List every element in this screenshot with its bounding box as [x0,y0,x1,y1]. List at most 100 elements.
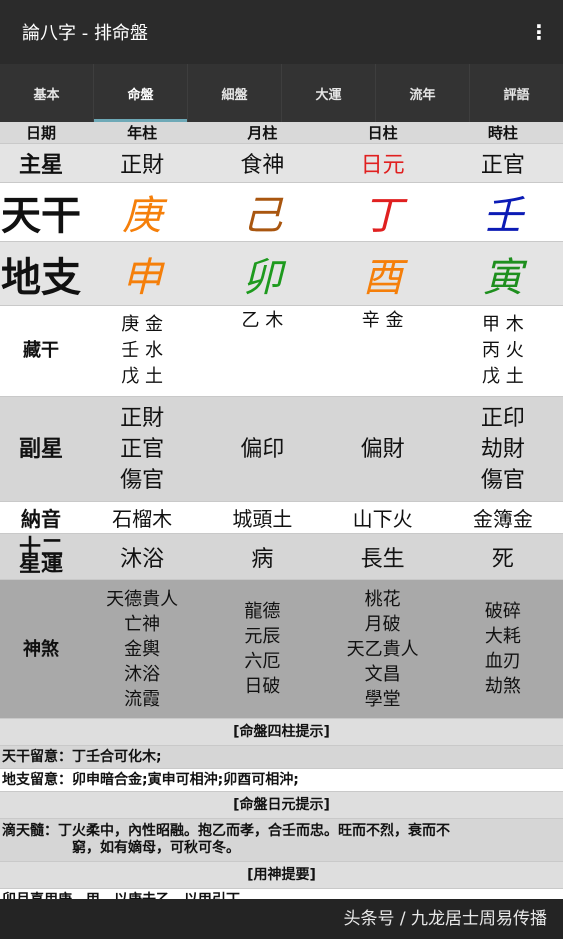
row-label: 副星 [0,396,82,502]
auxiliary-star: 傷官 [120,467,165,493]
main-star-row: 主星 正財 食神 日元 正官 [0,143,563,183]
tab-basic[interactable]: 基本 [0,64,94,122]
hidden-stems-cell: 庚 金 壬 水 戊 土 [82,305,203,397]
shensha-item: 龍德 [244,601,281,622]
auxiliary-star: 劫財 [480,436,525,462]
tab-detail[interactable]: 細盤 [188,64,282,122]
section-title-day-master: [命盤日元提示] [0,792,563,819]
watermark-text: 头条号 / 九龙居士周易传播 [343,909,547,929]
section-title-useful-god: [用神提要] [0,862,563,889]
shensha-cell: 桃花 月破 天乙貴人 文昌 學堂 [322,579,443,719]
heavenly-stem-cell: 庚 [82,182,203,242]
tab-chart[interactable]: 命盤 [94,64,188,122]
tab-annual-luck[interactable]: 流年 [376,64,470,122]
branch-note: 地支留意：卯申暗合金;寅申可相沖;卯酉可相沖; [0,769,563,792]
note-line: 滴天髓：丁火柔中，內性昭融。抱乙而孝，合壬而忠。旺而不烈，衰而不 [2,823,450,839]
heavenly-stem-cell: 丁 [322,182,443,242]
hidden-stem: 辛 金 [361,310,404,331]
tab-bar: 基本 命盤 細盤 大運 流年 評語 [0,64,563,122]
auxiliary-star-cell: 正財 正官 傷官 [82,396,203,502]
tab-major-luck[interactable]: 大運 [282,64,376,122]
earthly-branch-cell: 卯 [202,241,323,306]
header-month-pillar: 月柱 [202,122,323,144]
nayin-cell: 金簿金 [442,501,563,534]
twelve-stages-cell: 長生 [322,533,443,580]
shensha-item: 大耗 [484,626,521,647]
nayin-row: 納音 石榴木 城頭土 山下火 金簿金 [0,501,563,534]
header-hour-pillar: 時柱 [442,122,563,144]
auxiliary-star: 正財 [120,405,165,431]
bazi-chart-table: 日期 年柱 月柱 日柱 時柱 主星 正財 食神 日元 正官 天干 庚 己 丁 壬… [0,122,563,719]
auxiliary-star: 偏印 [240,436,285,462]
shensha-item: 月破 [364,613,401,635]
hidden-stem: 戊 土 [482,366,524,387]
twelve-stages-cell: 病 [202,533,323,580]
twelve-stages-cell: 沐浴 [82,533,203,580]
row-label-line: 星運 [18,551,63,577]
shensha-item: 六厄 [244,651,281,672]
more-options-icon[interactable]: ⋮ [529,20,549,44]
hidden-stem: 甲 木 [482,314,524,335]
shensha-item: 日破 [244,676,281,697]
shensha-item: 沐浴 [124,663,161,685]
twelve-stages-cell: 死 [442,533,563,580]
earthly-branch-cell: 申 [82,241,203,306]
auxiliary-star: 正官 [120,436,165,462]
nayin-cell: 城頭土 [202,501,323,534]
auxiliary-star-row: 副星 正財 正官 傷官 偏印 偏財 正印 劫財 傷官 [0,396,563,502]
hidden-stems-cell: 辛 金 [322,305,443,397]
shensha-item: 元辰 [244,626,281,647]
shensha-item: 血刃 [484,651,521,672]
earthly-branch-cell: 酉 [322,241,443,306]
nayin-cell: 山下火 [322,501,443,534]
row-label: 藏干 [0,305,82,397]
header-row: 日期 年柱 月柱 日柱 時柱 [0,122,563,144]
row-label: 十二 星運 [0,533,82,580]
shensha-item: 流霞 [124,688,161,710]
hidden-stem: 庚 金 [121,314,163,335]
header-day-pillar: 日柱 [322,122,443,144]
nayin-cell: 石榴木 [82,501,203,534]
shensha-item: 桃花 [364,588,401,610]
hidden-stem: 乙 木 [241,310,284,331]
earthly-branch-cell: 寅 [442,241,563,306]
twelve-stages-row: 十二 星運 沐浴 病 長生 死 [0,533,563,580]
row-label: 天干 [0,182,82,242]
shensha-item: 天德貴人 [106,588,179,610]
hidden-stem: 壬 水 [121,340,163,361]
tab-comments[interactable]: 評語 [470,64,563,122]
heavenly-stem-cell: 壬 [442,182,563,242]
auxiliary-star: 傷官 [480,467,525,493]
row-label: 地支 [0,241,82,306]
hidden-stems-row: 藏干 庚 金 壬 水 戊 土 乙 木 辛 金 甲 木 丙 火 戊 土 [0,305,563,397]
hidden-stem: 丙 火 [482,340,524,361]
main-star-cell: 正財 [82,143,203,183]
app-bar: 論八字 - 排命盤 ⋮ [0,0,563,64]
shensha-item: 破碎 [484,601,521,622]
shensha-item: 天乙貴人 [346,638,419,660]
hidden-stems-cell: 乙 木 [202,305,323,397]
auxiliary-star-cell: 偏財 [322,396,443,502]
shensha-cell: 龍德 元辰 六厄 日破 [202,579,323,719]
shensha-cell: 天德貴人 亡神 金輿 沐浴 流霞 [82,579,203,719]
stem-note: 天干留意：丁壬合可化木; [0,746,563,769]
shensha-item: 金輿 [124,638,161,660]
header-date: 日期 [0,122,82,144]
main-star-cell: 食神 [202,143,323,183]
auxiliary-star-cell: 偏印 [202,396,323,502]
heavenly-stem-row: 天干 庚 己 丁 壬 [0,182,563,242]
shensha-item: 學堂 [364,688,401,710]
section-title-four-pillars: [命盤四柱提示] [0,719,563,746]
shensha-item: 文昌 [364,663,401,685]
auxiliary-star-cell: 正印 劫財 傷官 [442,396,563,502]
app-title: 論八字 - 排命盤 [22,23,148,44]
shensha-item: 亡神 [124,613,161,635]
note-line: 窮，如有嫡母，可秋可冬。 [72,840,240,856]
row-label: 主星 [0,143,82,183]
hidden-stems-cell: 甲 木 丙 火 戊 土 [442,305,563,397]
auxiliary-star: 偏財 [360,436,405,462]
shensha-item: 劫煞 [484,676,521,697]
row-label: 納音 [0,501,82,534]
header-year-pillar: 年柱 [82,122,203,144]
day-master-note: 滴天髓：丁火柔中，內性昭融。抱乙而孝，合壬而忠。旺而不烈，衰而不 窮，如有嫡母，… [0,819,563,862]
